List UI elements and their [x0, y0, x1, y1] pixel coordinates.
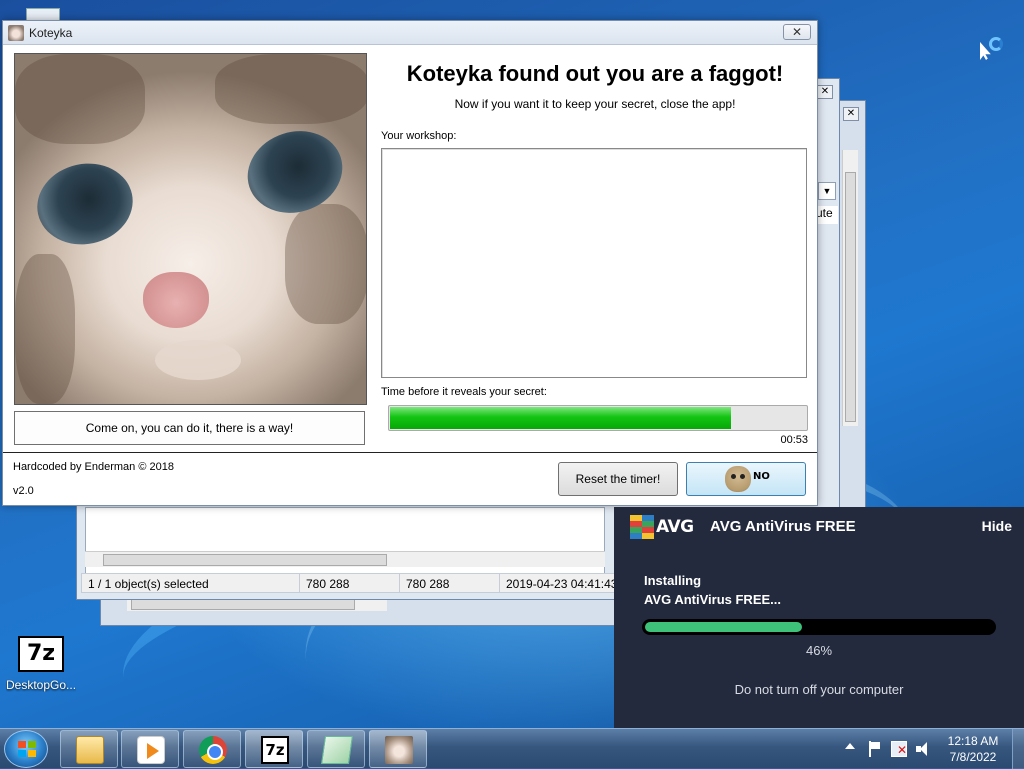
status-packed-size: 780 288: [400, 574, 500, 592]
taskbar-notepad[interactable]: [307, 730, 365, 768]
reset-timer-button[interactable]: Reset the timer!: [558, 462, 678, 496]
install-progress-fill: [645, 622, 802, 632]
face-icon: [725, 466, 751, 492]
7zip-icon: 7z: [261, 736, 289, 764]
folder-icon: [76, 736, 104, 764]
cat-app-icon: [8, 25, 24, 41]
timer-progress-fill: [390, 407, 731, 429]
status-size: 780 288: [300, 574, 400, 592]
fur-shading: [15, 54, 145, 144]
network-disconnected-icon[interactable]: [891, 741, 907, 757]
divider: [3, 452, 817, 453]
action-center-flag-icon[interactable]: [866, 741, 882, 757]
cat-photo: [14, 53, 367, 405]
status-modified: 2019-04-23 04:41:43: [500, 574, 618, 592]
chrome-icon: [199, 736, 227, 764]
close-button[interactable]: ✕: [783, 24, 811, 40]
page-title: Koteyka found out you are a faggot!: [406, 61, 784, 86]
volume-icon[interactable]: [915, 741, 931, 757]
status-selected: 1 / 1 object(s) selected: [82, 574, 300, 592]
face-button[interactable]: NO: [686, 462, 806, 496]
clock[interactable]: 12:18 AM 7/8/2022: [940, 733, 1006, 765]
cat-nose: [143, 272, 209, 328]
taskbar-koteyka[interactable]: [369, 730, 427, 768]
install-percent: 46%: [805, 643, 833, 658]
cat-mouth: [155, 340, 241, 380]
cat-eye-left: [29, 154, 141, 254]
install-note: Do not turn off your computer: [734, 682, 904, 697]
avg-product-title: AVG AntiVirus FREE: [710, 518, 856, 535]
taskbar-chrome[interactable]: [183, 730, 241, 768]
notepad-icon: [321, 736, 353, 764]
face-button-text: NO: [753, 471, 770, 482]
taskbar-media-player[interactable]: [121, 730, 179, 768]
close-button[interactable]: ✕: [817, 85, 833, 99]
clock-time: 12:18 AM: [947, 734, 999, 748]
horizontal-scrollbar[interactable]: [85, 551, 605, 567]
show-desktop-button[interactable]: [1012, 729, 1024, 769]
hint-button[interactable]: Come on, you can do it, there is a way!: [14, 411, 365, 445]
avg-logo-squares: [630, 515, 642, 539]
taskbar-file-explorer[interactable]: [60, 730, 118, 768]
scrollbar-thumb[interactable]: [845, 172, 856, 422]
chevron-down-icon[interactable]: ▼: [818, 182, 836, 200]
workshop-textbox[interactable]: [381, 148, 807, 378]
fur-shading: [285, 204, 366, 324]
desktop-icon-7zip[interactable]: 7z DesktopGo...: [6, 636, 76, 692]
workshop-label: Your workshop:: [381, 130, 457, 142]
busy-spinner-icon: [989, 37, 1003, 51]
avg-logo-icon: AVG: [630, 515, 694, 541]
timer-label: Time before it reveals your secret:: [381, 386, 547, 398]
install-progress-bar: [642, 619, 996, 635]
windows-logo-icon: [18, 741, 36, 758]
desktop-icon-label: DesktopGo...: [6, 678, 76, 692]
column-header-partial[interactable]: ute: [816, 206, 838, 224]
version-text: v2.0: [13, 485, 34, 497]
scrollbar-thumb[interactable]: [103, 554, 387, 566]
7zip-icon: 7z: [18, 636, 64, 672]
clock-date: 7/8/2022: [949, 750, 997, 764]
timer-remaining: 00:53: [780, 434, 808, 446]
fur-shading: [215, 54, 366, 124]
title-bar[interactable]: Koteyka ✕: [3, 21, 817, 45]
show-hidden-icons-icon[interactable]: [845, 743, 855, 749]
avg-logo-text: AVG: [656, 517, 694, 537]
credit-text: Hardcoded by Enderman © 2018: [13, 461, 174, 473]
avg-logo-squares: [642, 515, 654, 539]
media-player-icon: [137, 736, 165, 764]
timer-progress-bar: [388, 405, 808, 431]
subtitle: Now if you want it to keep your secret, …: [454, 97, 736, 111]
cat-app-icon: [385, 736, 413, 764]
vertical-scrollbar[interactable]: [842, 150, 858, 426]
close-button[interactable]: ✕: [843, 107, 859, 121]
koteyka-window[interactable]: Koteyka ✕ Come on, you can do it, there …: [2, 20, 818, 506]
hide-button[interactable]: Hide: [982, 518, 1012, 534]
installing-product: AVG AntiVirus FREE...: [644, 592, 782, 607]
avg-install-popup[interactable]: AVG AVG AntiVirus FREE Hide Installing A…: [614, 507, 1024, 728]
fur-shading: [15, 254, 75, 404]
window-title: Koteyka: [29, 26, 73, 40]
taskbar-7zip[interactable]: 7z: [245, 730, 303, 768]
taskbar: 7z 12:18 AM 7/8/2022: [0, 728, 1024, 769]
installing-label: Installing: [644, 573, 702, 588]
start-button[interactable]: [4, 730, 48, 768]
status-bar: 1 / 1 object(s) selected 780 288 780 288…: [81, 573, 621, 593]
